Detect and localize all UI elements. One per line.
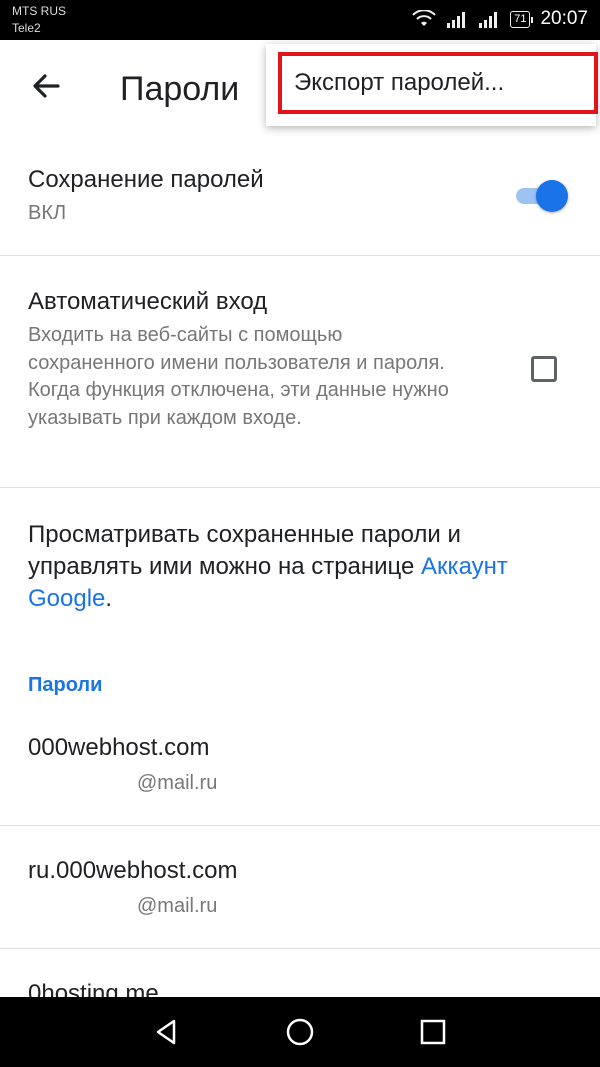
status-bar: MTS RUS Tele2 71 20:07 bbox=[0, 0, 600, 40]
info-text: Просматривать сохраненные пароли и управ… bbox=[28, 521, 461, 580]
passwords-section-header: Пароли bbox=[28, 674, 103, 696]
wifi-icon bbox=[412, 10, 436, 26]
battery-icon: 71 bbox=[510, 10, 534, 28]
manage-passwords-info: Просматривать сохраненные пароли и управ… bbox=[28, 519, 568, 615]
save-passwords-toggle[interactable] bbox=[512, 180, 568, 212]
divider bbox=[0, 825, 600, 826]
password-entry-user: @mail.ru bbox=[137, 772, 218, 794]
save-passwords-status: ВКЛ bbox=[28, 202, 67, 224]
clock: 20:07 bbox=[540, 8, 588, 29]
auto-signin-description: Входить на веб-сайты с помощью сохраненн… bbox=[28, 324, 449, 429]
carrier-label-1: MTS RUS bbox=[12, 4, 66, 18]
navigation-bar bbox=[0, 997, 600, 1067]
password-entry-user: @mail.ru bbox=[137, 895, 218, 917]
auto-signin-checkbox[interactable] bbox=[531, 356, 557, 382]
info-suffix: . bbox=[105, 585, 113, 612]
save-passwords-title: Сохранение паролей bbox=[28, 166, 264, 193]
signal-icon bbox=[447, 12, 466, 28]
square-recents-icon[interactable] bbox=[418, 1017, 448, 1047]
overflow-menu: Экспорт паролей... bbox=[266, 44, 598, 126]
divider bbox=[0, 487, 600, 488]
auto-signin-title: Автоматический вход bbox=[28, 288, 268, 315]
password-entry-site: ru.000webhost.com bbox=[28, 857, 238, 884]
page-title: Пароли bbox=[120, 70, 240, 108]
triangle-back-icon[interactable] bbox=[152, 1017, 182, 1047]
password-entry-site: 000webhost.com bbox=[28, 734, 210, 761]
toggle-knob bbox=[536, 180, 568, 212]
circle-home-icon[interactable] bbox=[285, 1017, 315, 1047]
carrier-label-2: Tele2 bbox=[12, 21, 41, 35]
export-passwords-menu-item[interactable]: Экспорт паролей... bbox=[278, 52, 598, 114]
arrow-back-icon[interactable] bbox=[28, 68, 64, 104]
signal-icon bbox=[479, 12, 498, 28]
divider bbox=[0, 948, 600, 949]
divider bbox=[0, 255, 600, 256]
